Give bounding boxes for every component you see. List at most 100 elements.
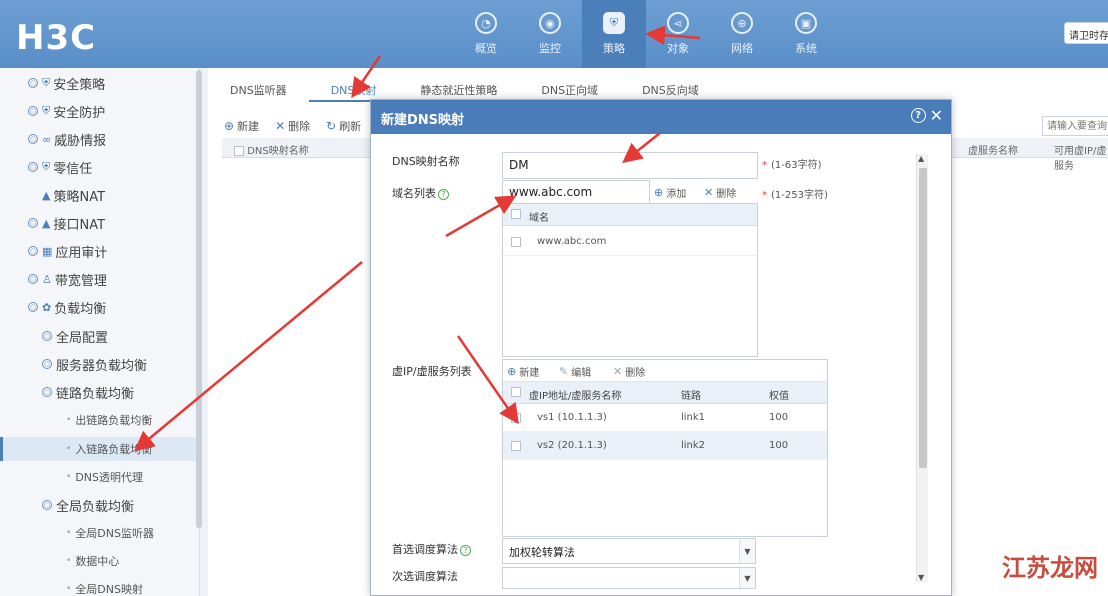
close-icon[interactable]: ✕ [930,107,943,123]
domain-delete-button[interactable]: ✕ 删除 [704,185,736,200]
sidebar-item[interactable]: • 全局DNS监听器 [0,521,196,545]
nav-item-1[interactable]: ◉ 监控 [518,0,582,68]
nav-item-0[interactable]: ◔ 概览 [454,0,518,68]
sidebar-item[interactable]: • 数据中心 [0,549,196,573]
primary-algorithm-select[interactable]: 加权轮转算法 ▼ [502,538,756,564]
sidebar-item-label: 数据中心 [75,555,120,568]
menu-icon: ⛨ [42,76,51,89]
domain-add-button[interactable]: ⊕ 添加 [654,185,686,200]
sidebar-item-label: DNS透明代理 [75,471,143,484]
tab-0[interactable]: DNS监听器 [208,76,309,102]
dialog-scrollbar[interactable]: ▲ ▼ [916,154,928,582]
expand-toggle-icon[interactable]: ○ [28,162,38,172]
sidebar-item[interactable]: ○ ⛨ 安全防护 [0,99,196,123]
bullet-icon: • [66,528,72,538]
column-header-available: 可用虚IP/虚服务 [1054,146,1107,172]
sidebar-item[interactable]: ○ ⛨ 零信任 [0,155,196,179]
table-row[interactable]: vs1 (10.1.1.3) link1 100 [503,404,827,432]
vs-row-checkbox[interactable] [511,441,521,451]
select-all-checkbox[interactable] [234,146,244,156]
expand-toggle-icon[interactable]: ○ [28,302,38,312]
sidebar-item[interactable]: ○ ▲ 接口NAT [0,211,196,235]
domain-select-all-checkbox[interactable] [511,209,521,219]
sidebar-item[interactable]: ○ 链路负载均衡 [0,380,196,404]
domain-hint: * (1-253字符) [762,190,828,201]
sidebar-item-label: 零信任 [53,161,93,177]
vs-delete-button[interactable]: ✕ 删除 [613,364,645,379]
expand-toggle-icon[interactable]: ○ [42,500,52,510]
sidebar-item-label: 全局DNS映射 [75,583,143,596]
sidebar-item[interactable]: ▲ 策略NAT [0,183,196,207]
sidebar-item[interactable]: ○ ⛨ 安全策略 [0,71,196,95]
sidebar-item-label: 接口NAT [53,217,106,233]
sidebar-item[interactable]: • 全局DNS映射 [0,577,196,596]
dns-name-field[interactable]: DM [502,152,758,179]
nav-item-4[interactable]: ⊕ 网络 [710,0,774,68]
sidebar-item[interactable]: ○ 服务器负载均衡 [0,352,196,376]
nav-item-3[interactable]: ⋖ 对象 [646,0,710,68]
sidebar-item[interactable]: ○ 全局负载均衡 [0,493,196,517]
domain-value: www.abc.com [537,236,607,247]
table-row[interactable]: vs2 (20.1.1.3) link2 100 [503,432,827,460]
sidebar-item[interactable]: ○ ∞ 威胁情报 [0,127,196,151]
help-icon[interactable]: ? [910,108,926,123]
column-header-name: DNS映射名称 [234,142,309,157]
expand-toggle-icon[interactable]: ○ [28,78,38,88]
menu-icon: ▦ [42,244,53,258]
vs-name: vs2 (20.1.1.3) [537,440,607,451]
expand-toggle-icon[interactable]: ○ [28,134,38,144]
dialog-title: 新建DNS映射 [381,113,465,128]
sidebar-item-label: 入链路负载均衡 [75,443,153,456]
vs-row-checkbox[interactable] [511,413,521,423]
vs-table-header: 虚IP地址/虚服务名称 链路 权值 [503,382,827,404]
secondary-algorithm-select[interactable]: ▼ [502,567,756,589]
scroll-down-icon[interactable]: ▼ [918,573,924,582]
help-icon[interactable]: ? [460,544,471,556]
dns-name-hint: * (1-63字符) [762,160,822,171]
list-item[interactable]: www.abc.com [503,228,757,256]
vs-select-all-checkbox[interactable] [511,387,521,397]
scrollbar-thumb[interactable] [919,168,927,468]
sidebar-item[interactable]: ○ ♙ 带宽管理 [0,267,196,291]
vs-add-button[interactable]: ⊕ 新建 [507,364,539,379]
sidebar-item-label: 安全策略 [53,77,106,93]
vs-column-name: 虚IP地址/虚服务名称 [529,391,622,402]
sidebar-item[interactable]: • 出链路负载均衡 [0,408,196,432]
vs-edit-button[interactable]: ✎ 编辑 [559,364,591,379]
expand-toggle-icon[interactable]: ○ [28,218,38,228]
top-header: H3C ◔ 概览 ◉ 监控 ⛨ 策略 ⋖ 对象 ⊕ 网络 ▣ 系统 请卫时存 [0,0,1108,68]
shield-icon: ⛨ [603,12,625,34]
sidebar-item[interactable]: ○ ▦ 应用审计 [0,239,196,263]
bullet-icon: • [66,584,72,594]
sidebar-item[interactable]: ○ 全局配置 [0,324,196,348]
expand-toggle-icon[interactable]: ○ [42,387,52,397]
nav-item-2[interactable]: ⛨ 策略 [582,0,646,68]
sidebar-scrollbar[interactable] [196,70,202,528]
delete-button[interactable]: ✕ 删除 [275,118,310,134]
expand-toggle-icon[interactable]: ○ [28,246,38,256]
main-nav: ◔ 概览 ◉ 监控 ⛨ 策略 ⋖ 对象 ⊕ 网络 ▣ 系统 [454,0,838,68]
refresh-button[interactable]: ↻ 刷新 [326,118,361,134]
nav-item-5[interactable]: ▣ 系统 [774,0,838,68]
sidebar-item-label: 负载均衡 [54,301,107,317]
expand-toggle-icon[interactable]: ○ [28,274,38,284]
scroll-up-icon[interactable]: ▲ [918,154,924,163]
add-button[interactable]: ⊕ 新建 [224,118,259,134]
sidebar-item[interactable]: • 入链路负载均衡 [0,437,196,461]
menu-icon: ▲ [42,188,51,202]
user-menu[interactable]: 请卫时存 [1064,22,1108,44]
sidebar-item[interactable]: ○ ✿ 负载均衡 [0,295,196,319]
sidebar-item-label: 策略NAT [53,189,106,205]
search-input[interactable] [1042,116,1108,136]
domain-row-checkbox[interactable] [511,237,521,247]
domain-input[interactable]: www.abc.com [502,180,650,204]
share-icon: ⋖ [667,12,689,34]
plus-icon: ⊕ [224,119,235,133]
expand-toggle-icon[interactable]: ○ [42,359,52,369]
menu-icon: ⛨ [42,160,51,173]
help-icon[interactable]: ? [438,188,449,200]
expand-toggle-icon[interactable]: ○ [42,331,52,341]
expand-toggle-icon[interactable]: ○ [28,106,38,116]
sidebar-item[interactable]: • DNS透明代理 [0,465,196,489]
dashboard-icon: ◔ [475,12,497,34]
